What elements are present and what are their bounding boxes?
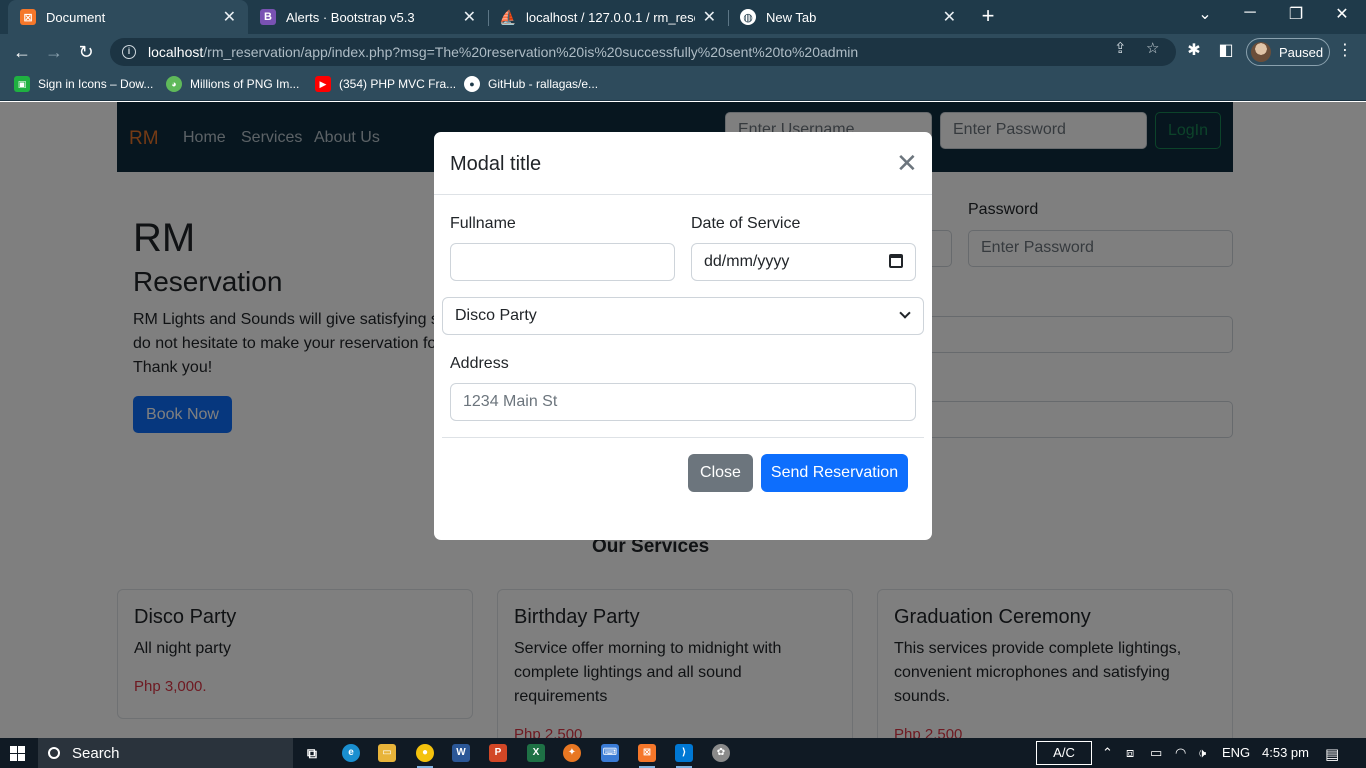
taskbar-search[interactable]: Search	[38, 738, 293, 768]
new-tab-plus-icon[interactable]: +	[976, 5, 1000, 29]
tab-alerts-bootstrap[interactable]: B Alerts · Bootstrap v5.3 ✕	[248, 0, 488, 34]
bookmark-item[interactable]: ▣ Sign in Icons – Dow...	[14, 76, 153, 92]
windows-start-icon[interactable]	[10, 746, 25, 761]
powerpoint-icon[interactable]: P	[489, 744, 507, 762]
close-button[interactable]: Close	[688, 454, 753, 492]
chevron-down-icon	[899, 307, 911, 319]
bookmark-item[interactable]: ● GitHub - rallagas/e...	[464, 76, 598, 92]
reload-icon[interactable]: ↻	[74, 40, 98, 64]
tab-title: New Tab	[766, 9, 817, 25]
bookmark-label: GitHub - rallagas/e...	[488, 77, 599, 91]
close-tab-icon[interactable]: ✕	[463, 7, 476, 27]
address-label: Address	[450, 355, 509, 372]
address-bar[interactable]: i localhost/rm_reservation/app/index.php…	[110, 38, 1176, 66]
calendar-icon[interactable]	[889, 254, 903, 268]
bookmark-label: (354) PHP MVC Fra...	[339, 77, 457, 91]
keyboard-app-icon[interactable]: ⌨	[601, 744, 619, 762]
profile-status: Paused	[1279, 44, 1324, 60]
browser-toolbar: ← → ↻ i localhost/rm_reservation/app/ind…	[0, 34, 1366, 70]
fullname-label: Fullname	[450, 215, 516, 232]
icons8-icon: ▣	[14, 76, 30, 92]
tab-title: Alerts · Bootstrap v5.3	[286, 9, 415, 25]
bookmark-label: Sign in Icons – Dow...	[38, 77, 154, 91]
bookmark-item[interactable]: ◕ Millions of PNG Im...	[166, 76, 299, 92]
browser-tab-bar: ⊠ Document ✕ B Alerts · Bootstrap v5.3 ✕…	[0, 0, 1366, 34]
close-tab-icon[interactable]: ✕	[943, 7, 956, 27]
url-text: localhost/rm_reservation/app/index.php?m…	[148, 44, 859, 60]
phpmyadmin-icon: ⛵	[499, 8, 517, 25]
site-info-icon[interactable]: i	[122, 45, 136, 59]
tray-overflow-icon[interactable]: ⌃	[1102, 745, 1113, 761]
xampp-icon: ⊠	[20, 9, 36, 25]
date-of-service-label: Date of Service	[691, 215, 801, 232]
tab-title: localhost / 127.0.0.1 / rm_reserva	[526, 9, 695, 25]
language-indicator[interactable]: ENG	[1222, 745, 1250, 760]
close-tab-icon[interactable]: ✕	[223, 7, 236, 27]
search-icon	[48, 747, 60, 759]
share-icon[interactable]: ⇪	[1114, 39, 1127, 57]
clock[interactable]: 4:53 pm	[1262, 745, 1309, 760]
restore-icon[interactable]: ❐	[1284, 4, 1308, 24]
extensions-puzzle-icon[interactable]: ✱	[1185, 42, 1203, 60]
app-icon[interactable]: ✿	[712, 744, 730, 762]
service-selected-value: Disco Party	[455, 307, 537, 324]
tab-document[interactable]: ⊠ Document ✕	[8, 0, 248, 34]
reservation-modal: Modal title ✕ Fullname Date of Service d…	[434, 132, 932, 540]
service-select[interactable]: Disco Party	[442, 297, 924, 335]
github-icon: ●	[464, 76, 480, 92]
tab-search-chevron-icon[interactable]: ⌄	[1193, 4, 1217, 24]
tab-new-tab[interactable]: ◍ New Tab ✕	[728, 0, 968, 34]
bookmark-item[interactable]: ▶ (354) PHP MVC Fra...	[315, 76, 456, 92]
minimize-icon[interactable]: ─	[1238, 4, 1262, 22]
profile-button[interactable]: Paused	[1246, 38, 1330, 66]
bookmarks-bar: ▣ Sign in Icons – Dow... ◕ Millions of P…	[0, 70, 1366, 101]
tab-phpmyadmin[interactable]: ⛵ localhost / 127.0.0.1 / rm_reserva ✕	[488, 0, 728, 34]
volume-icon[interactable]: 🕩	[1198, 745, 1206, 761]
windows-taskbar: Search ⧉ e ▭ ● W P X ✦ ⌨ ⊠ ⟩ ✿ A/C ⌃ ⧈ ▭…	[0, 738, 1366, 768]
globe-icon: ◍	[740, 9, 756, 25]
close-tab-icon[interactable]: ✕	[703, 7, 716, 27]
xampp-icon[interactable]: ⊠	[638, 744, 656, 762]
excel-icon[interactable]: X	[527, 744, 545, 762]
side-panel-icon[interactable]: ◧	[1217, 42, 1235, 60]
date-placeholder: dd/mm/yyyy	[704, 253, 790, 270]
date-of-service-input[interactable]: dd/mm/yyyy	[691, 243, 916, 281]
wifi-icon[interactable]: ◠	[1175, 745, 1186, 761]
forward-arrow-icon[interactable]: →	[42, 40, 66, 64]
search-label: Search	[72, 744, 120, 762]
bootstrap-icon: B	[260, 9, 276, 25]
window-close-icon[interactable]: ✕	[1330, 4, 1354, 24]
word-icon[interactable]: W	[452, 744, 470, 762]
more-menu-icon[interactable]: ⋮	[1336, 42, 1354, 60]
modal-header: Modal title ✕	[434, 132, 932, 195]
notification-icon[interactable]: ▤	[1325, 745, 1339, 763]
edge-icon[interactable]: e	[342, 744, 360, 762]
chrome-icon[interactable]: ●	[416, 744, 434, 762]
send-reservation-button[interactable]: Send Reservation	[761, 454, 908, 492]
address-input[interactable]: 1234 Main St	[450, 383, 916, 421]
fullname-input[interactable]	[450, 243, 675, 281]
ac-indicator[interactable]: A/C	[1036, 741, 1092, 765]
modal-divider	[442, 437, 924, 438]
back-arrow-icon[interactable]: ←	[10, 40, 34, 64]
avatar	[1251, 42, 1271, 62]
bookmark-label: Millions of PNG Im...	[190, 77, 300, 91]
web-page: RM Home Services About Us Enter Username…	[0, 102, 1366, 738]
fl-studio-icon[interactable]: ✦	[563, 744, 581, 762]
meet-now-icon[interactable]: ⧈	[1126, 745, 1134, 761]
task-view-icon[interactable]: ⧉	[303, 744, 321, 762]
close-icon[interactable]: ✕	[896, 150, 918, 176]
tab-title: Document	[46, 9, 106, 25]
pngegg-icon: ◕	[166, 76, 182, 92]
battery-icon[interactable]: ▭	[1150, 745, 1162, 761]
file-explorer-icon[interactable]: ▭	[378, 744, 396, 762]
bookmark-star-icon[interactable]: ☆	[1146, 39, 1159, 57]
vscode-icon[interactable]: ⟩	[675, 744, 693, 762]
modal-title: Modal title	[450, 153, 542, 175]
youtube-icon: ▶	[315, 76, 331, 92]
